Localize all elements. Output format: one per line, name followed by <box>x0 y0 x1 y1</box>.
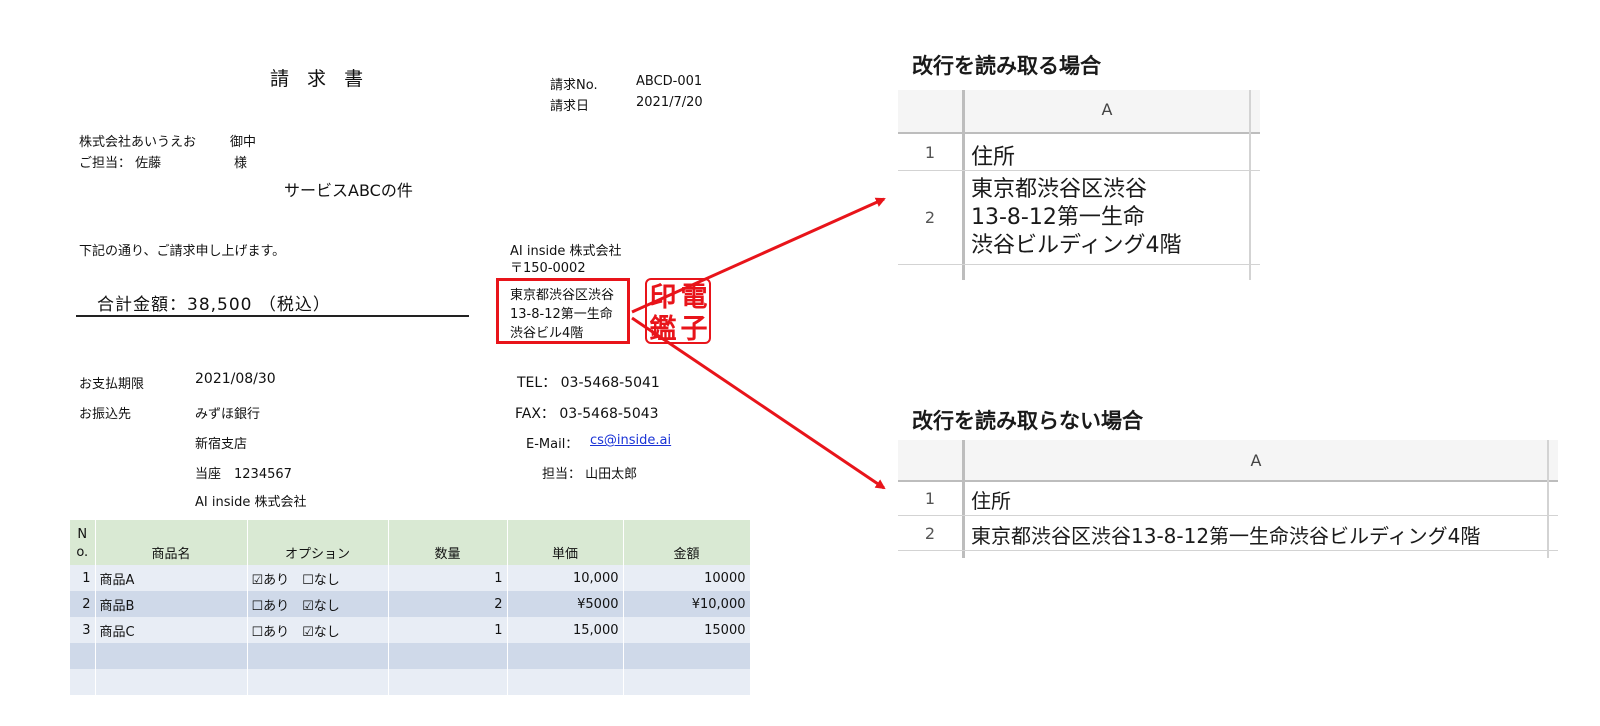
arrows-layer <box>631 197 886 490</box>
column-header-a[interactable]: A <box>965 100 1249 119</box>
cell-a1[interactable]: 住所 <box>971 485 1011 514</box>
arrow-to-without-breaks <box>631 316 886 490</box>
cell-a2[interactable]: 東京都渋谷区渋谷 13-8-12第一生命 渋谷ビルディング4階 <box>971 176 1181 260</box>
cell-line: 渋谷ビルディング4階 <box>971 233 1182 258</box>
row-number[interactable]: 2 <box>898 524 962 543</box>
arrow-to-with-breaks <box>631 197 886 314</box>
row-number[interactable]: 2 <box>898 208 962 227</box>
without-breaks-heading: 改行を読み取らない場合 <box>912 409 1143 433</box>
row-number[interactable]: 1 <box>898 489 962 508</box>
cell-a1[interactable]: 住所 <box>971 139 1015 171</box>
cell-line: 東京都渋谷区渋谷 <box>971 177 1148 202</box>
sheet-with-breaks: A 1 住所 2 東京都渋谷区渋谷 13-8-12第一生命 渋谷ビルディング4階 <box>898 90 1260 280</box>
cell-line: 13-8-12第一生命 <box>971 205 1145 230</box>
column-header-a[interactable]: A <box>965 451 1547 470</box>
cell-a2[interactable]: 東京都渋谷区渋谷13-8-12第一生命渋谷ビルディング4階 <box>971 520 1480 549</box>
row-number[interactable]: 1 <box>898 143 962 162</box>
sheet-without-breaks: A 1 住所 2 東京都渋谷区渋谷13-8-12第一生命渋谷ビルディング4階 <box>898 440 1558 558</box>
with-breaks-heading: 改行を読み取る場合 <box>912 54 1101 78</box>
